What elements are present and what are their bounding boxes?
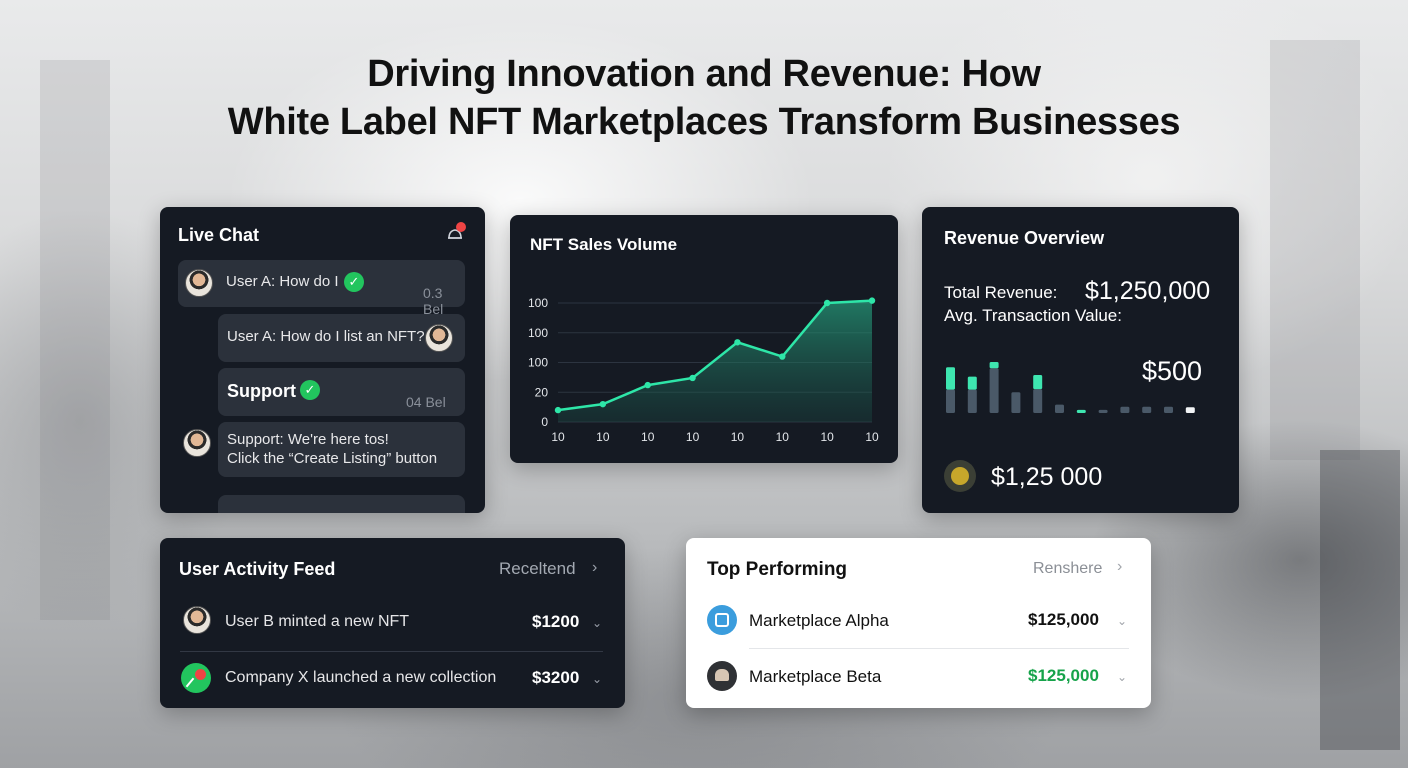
marketplace-name[interactable]: Marketplace Alpha xyxy=(749,611,889,631)
activity-row-text: Company X launched a new collection xyxy=(225,669,497,686)
user-avatar xyxy=(183,606,211,634)
chevron-down-icon[interactable]: ⌄ xyxy=(592,616,602,630)
chevron-down-icon[interactable]: ⌄ xyxy=(1117,614,1127,628)
activity-row-value: $3200 xyxy=(532,668,580,687)
page-title: Driving Innovation and Revenue: How Whit… xyxy=(0,50,1408,146)
x-tick-label: 10 xyxy=(865,430,879,444)
revenue-bar xyxy=(1142,406,1152,413)
chart-point xyxy=(599,400,607,408)
chevron-right-icon[interactable]: › xyxy=(592,559,597,577)
y-tick-label: 100 xyxy=(528,296,548,310)
row-divider xyxy=(180,651,603,652)
activity-row-text: User B minted a new NFT xyxy=(225,613,410,630)
revenue-bar-highlight xyxy=(1185,407,1195,413)
revenue-bar xyxy=(989,368,999,413)
y-tick-label: 20 xyxy=(535,385,549,399)
chat-message-partial[interactable] xyxy=(218,495,465,513)
verified-check-icon: ✓ xyxy=(344,272,364,292)
page-title-line-1: Driving Innovation and Revenue: How xyxy=(367,53,1041,95)
revenue-title: Revenue Overview xyxy=(944,228,1105,248)
top-performing-filter[interactable]: Renshere xyxy=(1033,560,1102,578)
x-tick-label: 10 xyxy=(731,430,745,444)
support-avatar xyxy=(183,429,211,457)
chevron-right-icon[interactable]: › xyxy=(1117,558,1122,576)
revenue-bottom-value: $1,25 000 xyxy=(991,463,1103,491)
x-tick-label: 10 xyxy=(776,430,790,444)
top-performing-card: Top Performing Renshere › Marketplace Al… xyxy=(686,538,1151,708)
row-divider xyxy=(749,648,1129,649)
coin-icon xyxy=(944,460,976,492)
chat-message-text: Support: We're here tos! xyxy=(227,431,389,448)
revenue-bar xyxy=(1055,404,1064,413)
user-avatar xyxy=(425,324,453,352)
chart-point xyxy=(823,299,831,307)
x-tick-label: 10 xyxy=(686,430,700,444)
chart-point xyxy=(868,297,876,304)
activity-title: User Activity Feed xyxy=(179,559,336,579)
chat-message-text: User A: How do I xyxy=(226,273,339,290)
revenue-overview-card: Revenue Overview Total Revenue: $1,250,0… xyxy=(922,207,1239,513)
avg-transaction-label: Avg. Transaction Value: xyxy=(944,306,1122,325)
total-revenue-value: $1,250,000 xyxy=(1085,277,1211,305)
chart-point xyxy=(689,374,696,382)
live-chat-title: Live Chat xyxy=(178,225,260,245)
chart-point xyxy=(779,353,786,360)
notification-bell-icon[interactable] xyxy=(445,221,467,243)
live-chat-card: Live Chat User A: How do I ✓ 0.3 Bel Use… xyxy=(160,207,485,513)
revenue-bar-chart xyxy=(946,362,1195,413)
marketplace-value: $125,000 xyxy=(1028,666,1099,685)
revenue-bar xyxy=(1098,409,1108,413)
activity-row-value: $1200 xyxy=(532,612,580,631)
x-tick-label: 10 xyxy=(641,430,655,444)
marketplace-alpha-icon xyxy=(707,605,737,635)
x-tick-label: 10 xyxy=(820,430,834,444)
user-avatar xyxy=(185,269,213,297)
revenue-bar xyxy=(1164,406,1173,413)
pin-icon xyxy=(181,663,211,693)
top-performing-title: Top Performing xyxy=(707,559,848,580)
chat-message[interactable]: Support: We're here tos! Click the “Crea… xyxy=(218,422,465,477)
marketplace-name[interactable]: Marketplace Beta xyxy=(749,667,881,687)
chart-point xyxy=(734,339,741,346)
y-tick-label: 100 xyxy=(528,326,548,340)
revenue-bar-highlight xyxy=(1076,409,1086,413)
revenue-bar xyxy=(967,389,977,413)
chat-message-text: Click the “Create Listing” button xyxy=(227,450,438,467)
chat-message[interactable]: Support ✓ 04 Bel xyxy=(218,368,465,416)
revenue-bar xyxy=(1120,406,1130,413)
page-title-line-2: White Label NFT Marketplaces Transform B… xyxy=(227,101,1181,143)
chat-message-stamp: 04 Bel xyxy=(406,394,446,410)
revenue-bar-highlight xyxy=(967,376,977,390)
marketplace-value: $125,000 xyxy=(1028,610,1099,629)
chat-message-text: User A: How do I list an NFT? xyxy=(227,328,425,345)
revenue-bar-highlight xyxy=(946,367,955,390)
chat-message-sender: Support xyxy=(227,381,296,401)
activity-filter[interactable]: Receltend xyxy=(499,559,576,579)
chevron-down-icon[interactable]: ⌄ xyxy=(1117,670,1127,684)
revenue-bar xyxy=(946,389,955,413)
user-activity-feed-card: User Activity Feed Receltend › User B mi… xyxy=(160,538,625,708)
chart-point xyxy=(554,406,562,414)
sales-volume-chart: 0 20 100 100 100 10 10 10 10 10 10 10 10 xyxy=(528,296,879,444)
chat-message[interactable]: User A: How do I list an NFT? xyxy=(218,314,465,362)
verified-check-icon: ✓ xyxy=(300,380,320,400)
y-tick-label: 100 xyxy=(528,356,548,370)
revenue-bar-highlight xyxy=(1033,375,1043,390)
chat-message[interactable]: User A: How do I ✓ 0.3 Bel xyxy=(178,260,465,317)
x-tick-label: 10 xyxy=(596,430,610,444)
total-revenue-label: Total Revenue: xyxy=(944,283,1058,302)
chart-point xyxy=(644,381,651,389)
revenue-bar xyxy=(1033,389,1043,413)
sales-volume-card: NFT Sales Volume 0 20 100 100 100 10 10 10 10 10 1… xyxy=(510,215,898,463)
x-tick-label: 10 xyxy=(551,430,565,444)
chat-message-stamp: 0.3 Bel xyxy=(423,285,444,317)
revenue-bar xyxy=(1011,392,1021,413)
chevron-down-icon[interactable]: ⌄ xyxy=(592,672,602,686)
y-tick-label: 0 xyxy=(541,415,548,429)
revenue-bar-highlight xyxy=(989,362,999,369)
marketplace-beta-icon xyxy=(707,661,737,691)
